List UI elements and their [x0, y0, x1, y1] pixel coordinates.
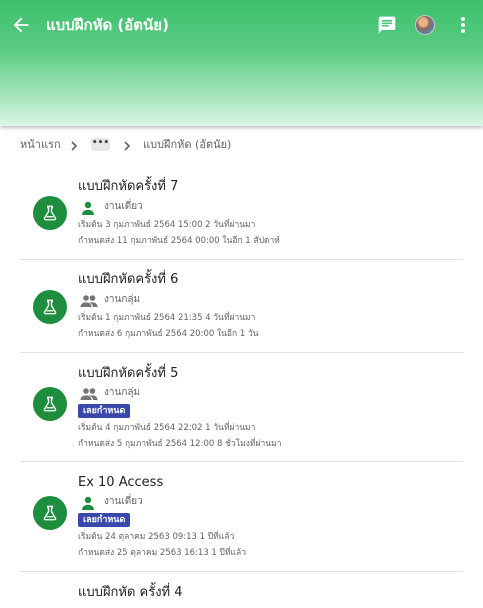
assignment-title[interactable]: แบบฝึกหัดครั้งที่ 7 — [78, 178, 178, 196]
assignment-title[interactable]: แบบฝึกหัดครั้งที่ 6 — [78, 271, 178, 289]
late-badge: เลยกำหนด — [78, 513, 131, 527]
list-item[interactable]: แบบฝึกหัดครั้งที่ 7 งานเดี่ยว เริ่มต้น 3… — [0, 166, 483, 260]
start-date: เริ่มต้น 4 กุมภาพันธ์ 2564 22:02 1 วันที… — [78, 423, 256, 433]
start-date: เริ่มต้น 1 กุมภาพันธ์ 2564 21:35 4 วันที… — [78, 313, 256, 323]
due-date: กำหนดส่ง 6 กุมภาพันธ์ 2564 20:00 ในอีก 1… — [78, 329, 259, 339]
assignment-icon — [33, 496, 67, 530]
list-item[interactable]: แบบฝึกหัด ครั้งที่ 4 — [0, 572, 483, 608]
assignment-type: งานกลุ่ม — [104, 387, 141, 398]
start-date: เริ่มต้น 3 กุมภาพันธ์ 2564 15:00 2 วันที… — [78, 220, 256, 230]
assignment-type: งานเดี่ยว — [104, 201, 143, 212]
due-date: กำหนดส่ง 5 กุมภาพันธ์ 2564 12:00 8 ชั่วโ… — [78, 439, 282, 449]
app-bar: แบบฝึกหัด (อัตนัย) — [0, 0, 483, 126]
group-icon — [80, 386, 98, 400]
list-item[interactable]: Ex 10 Access งานเดี่ยว เลยกำหนด เริ่มต้น… — [0, 462, 483, 572]
page-title: แบบฝึกหัด (อัตนัย) — [46, 16, 169, 34]
assignment-title[interactable]: แบบฝึกหัดครั้งที่ 5 — [78, 365, 178, 383]
assignment-type: งานกลุ่ม — [104, 294, 141, 305]
assignment-type: งานเดี่ยว — [104, 496, 143, 507]
person-icon — [80, 200, 96, 215]
due-date: กำหนดส่ง 25 ตุลาคม 2563 16:13 1 ปีที่แล้… — [78, 548, 247, 558]
group-icon — [80, 293, 98, 307]
list-item[interactable]: แบบฝึกหัดครั้งที่ 5 งานกลุ่ม เลยกำหนด เร… — [0, 353, 483, 462]
start-date: เริ่มต้น 24 ตุลาคม 2563 09:13 1 ปีที่แล้… — [78, 532, 235, 542]
chevron-right-icon — [68, 138, 80, 152]
chevron-right-icon — [121, 138, 133, 152]
assignment-title[interactable]: แบบฝึกหัด ครั้งที่ 4 — [78, 584, 183, 602]
assignment-title[interactable]: Ex 10 Access — [78, 474, 163, 492]
breadcrumb-ellipsis-button[interactable]: ••• — [91, 138, 110, 151]
assignment-icon — [33, 290, 67, 324]
late-badge: เลยกำหนด — [78, 404, 131, 418]
breadcrumb-home-link[interactable]: หน้าแรก — [20, 138, 61, 152]
breadcrumb-current: แบบฝึกหัด (อัตนัย) — [143, 138, 232, 151]
due-date: กำหนดส่ง 11 กุมภาพันธ์ 2564 00:00 ในอีก … — [78, 236, 280, 246]
more-vert-icon[interactable] — [455, 14, 471, 36]
breadcrumb: หน้าแรก ••• แบบฝึกหัด (อัตนัย) — [0, 126, 483, 166]
back-arrow-icon[interactable] — [10, 14, 32, 36]
assignment-icon — [33, 196, 67, 230]
list-item[interactable]: แบบฝึกหัดครั้งที่ 6 งานกลุ่ม เริ่มต้น 1 … — [0, 260, 483, 353]
person-icon — [80, 495, 96, 510]
chat-icon[interactable] — [377, 15, 397, 35]
avatar[interactable] — [415, 15, 435, 35]
assignment-icon — [33, 387, 67, 421]
